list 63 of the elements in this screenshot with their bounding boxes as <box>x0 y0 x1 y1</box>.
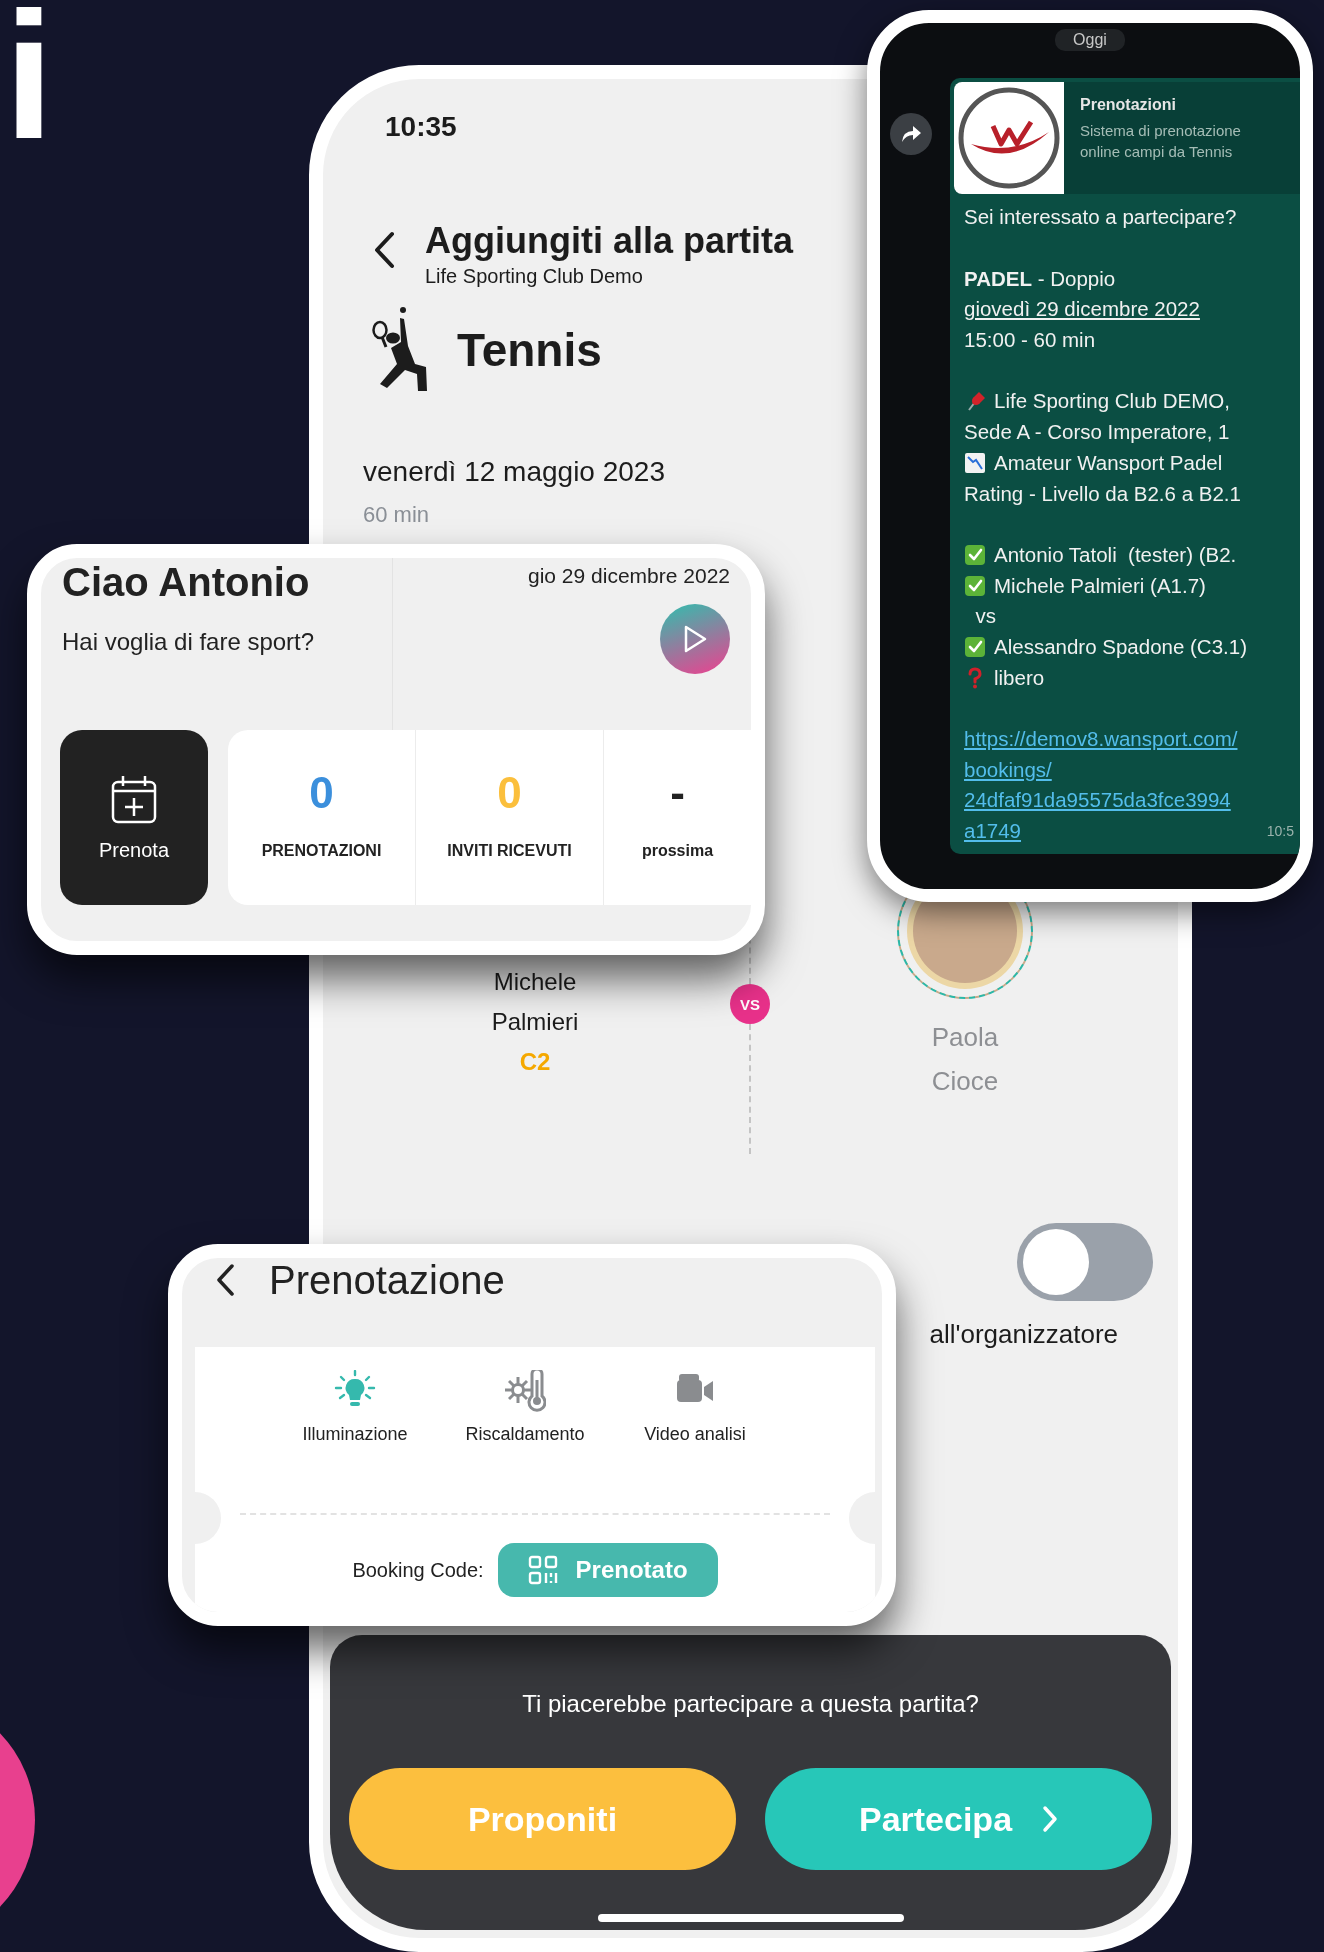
amenity-label: Riscaldamento <box>465 1424 585 1445</box>
stat-label: INVITI RICEVUTI <box>447 842 572 860</box>
current-date: gio 29 dicembre 2022 <box>528 564 730 588</box>
message-line: Rating - Livello da B2.6 a B2.1 <box>964 481 1241 506</box>
qr-code-icon <box>527 1555 558 1585</box>
checkmark-icon <box>964 635 986 658</box>
stat-label: prossima <box>641 842 714 860</box>
toggle-caption: all'organizzatore <box>929 1319 1118 1350</box>
message-line: 15:00 - 60 min <box>964 328 1096 353</box>
page-title: Aggiungiti alla partita <box>425 219 793 263</box>
message-link[interactable]: a1749 <box>964 819 1021 844</box>
message-line: Antonio Tatoli (tester) (B2. <box>994 542 1237 567</box>
checkmark-icon <box>964 574 986 597</box>
stat-value: 0 <box>309 768 334 818</box>
link-preview[interactable]: Prenotazioni Sistema di prenotazione online campi da Tennis <box>954 82 1300 194</box>
message-link[interactable]: 24dfaf91da95575da3fce3994 <box>964 788 1231 813</box>
message-line: libero <box>994 665 1045 690</box>
amenity-label: Illuminazione <box>302 1424 408 1445</box>
preview-title: Prenotazioni <box>1080 96 1176 114</box>
message-line: Life Sporting Club DEMO, <box>994 389 1230 414</box>
club-name: Life Sporting Club Demo <box>425 265 643 288</box>
sport-name: Tennis <box>457 323 602 377</box>
greeting-title: Ciao Antonio <box>62 559 311 606</box>
message-line: Michele Palmieri (A1.7) <box>994 573 1206 598</box>
match-date: venerdì 12 maggio 2023 <box>363 456 665 488</box>
amenity-label: Video analisi <box>644 1424 746 1445</box>
preview-description: Sistema di prenotazione online campi da Tennis <box>1080 121 1242 162</box>
message-link[interactable]: bookings/ <box>964 757 1052 782</box>
message-line: Sede A - Corso Imperatore, 1 <box>964 420 1230 445</box>
swoosh-logo-icon <box>957 86 1061 190</box>
book-button[interactable]: Prenota <box>60 730 208 905</box>
message-line: Sei interessato a partecipare? <box>964 205 1237 230</box>
player-name: Paola Cioce <box>930 1021 1000 1098</box>
checkmark-icon <box>964 543 986 566</box>
back-icon[interactable] <box>373 231 395 269</box>
status-time: 10:35 <box>385 111 457 143</box>
stat-label: PRENOTAZIONI <box>261 842 382 860</box>
message-line: Alessandro Spadone (C3.1) <box>994 634 1247 659</box>
back-icon[interactable] <box>215 1263 235 1297</box>
page-title: Prenotazione <box>269 1258 505 1303</box>
player-name: Michele Palmieri <box>490 967 580 1037</box>
message-line: giovedì 29 dicembre 2022 <box>964 297 1200 322</box>
booking-status: Prenotato <box>497 1543 718 1597</box>
player-level: C2 <box>519 1048 551 1076</box>
greeting-subtitle: Hai voglia di fare sport? <box>62 628 316 656</box>
message-line: Amateur Wansport Padel <box>994 450 1223 475</box>
message-line: vs <box>974 604 996 629</box>
message-time: 10:5 <box>1266 823 1295 840</box>
forward-icon[interactable] <box>890 113 932 155</box>
chevron-icon <box>1042 1805 1059 1833</box>
join-prompt: Ti piacerebbe partecipare a questa partita? <box>522 1690 979 1718</box>
title-letter: i <box>4 0 54 166</box>
chart-down-icon <box>964 451 986 474</box>
play-icon <box>682 624 708 654</box>
message-line: PADEL - Doppio <box>964 266 1116 291</box>
stat-value: - <box>670 768 685 818</box>
date-divider: Oggi <box>1055 29 1125 51</box>
booking-code-label: Booking Code: <box>352 1558 484 1582</box>
versus-badge: VS <box>730 984 770 1024</box>
stat-value: 0 <box>497 768 522 818</box>
match-duration: 60 min <box>363 502 430 528</box>
message-link[interactable]: https://demov8.wansport.com/ <box>964 727 1238 752</box>
calendar-plus-icon <box>109 773 159 825</box>
